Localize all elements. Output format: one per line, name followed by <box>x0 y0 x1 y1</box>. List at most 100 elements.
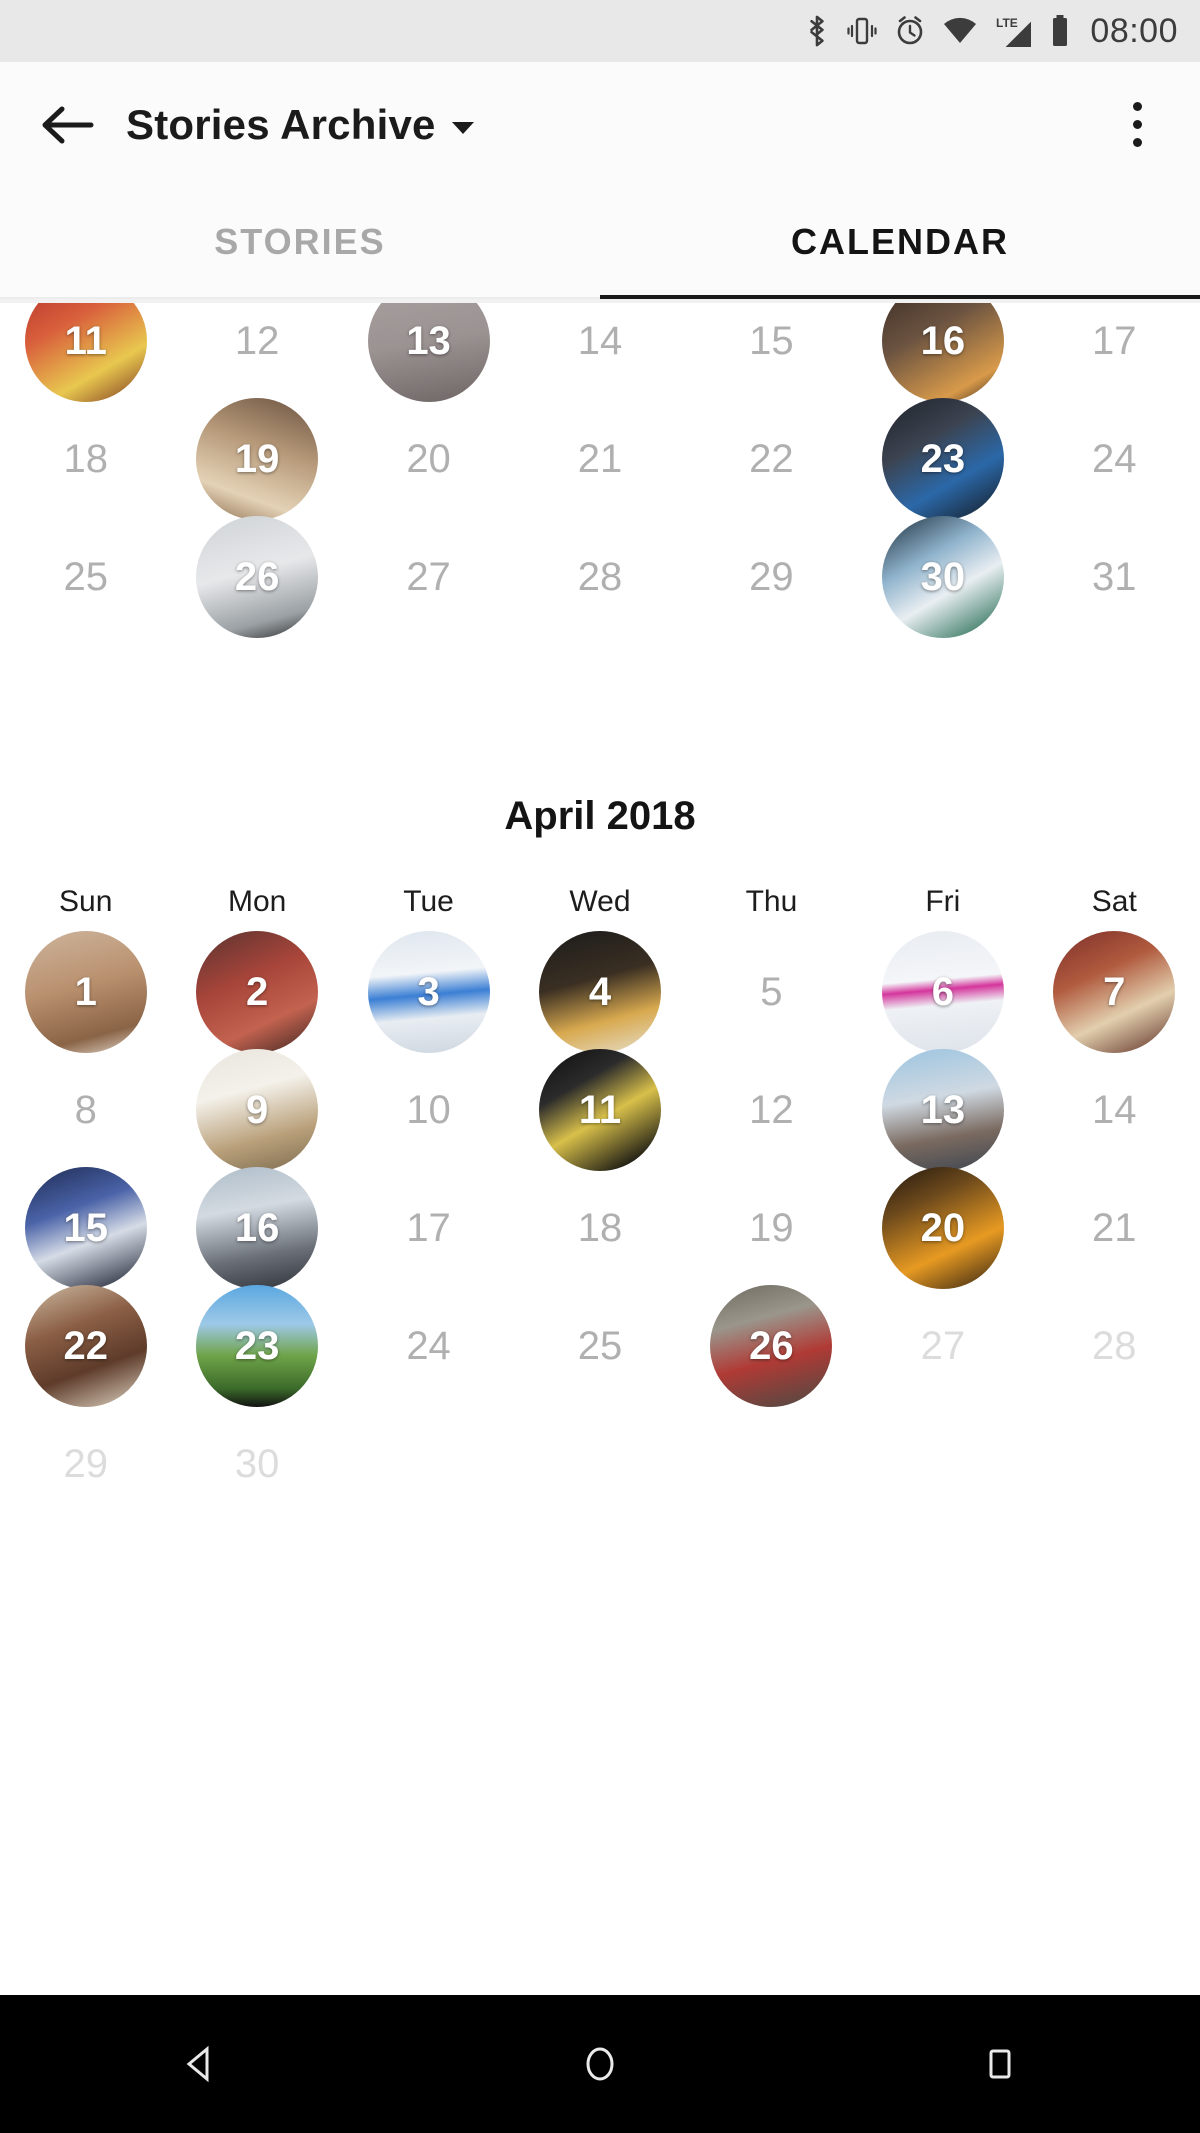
calendar-week-row: 25 26 27 28 29 30 31 <box>0 516 1200 638</box>
phone-screen: LTE 08:00 Stories Archive STORIES CALEND… <box>0 0 1200 2133</box>
calendar-day-number: 21 <box>577 437 623 481</box>
calendar-day-cell[interactable]: 12 <box>686 1051 857 1169</box>
calendar-day-cell[interactable]: 18 <box>0 400 171 518</box>
calendar-day-cell[interactable]: 6 <box>857 931 1028 1053</box>
calendar-day-cell[interactable]: 27 <box>343 518 514 636</box>
home-nav-icon[interactable] <box>540 2004 660 2124</box>
tab-stories[interactable]: STORIES <box>0 187 600 297</box>
calendar-day-number: 15 <box>749 319 794 363</box>
calendar-day-cell[interactable]: 11 <box>0 299 171 402</box>
calendar-week-row: 22 23 24 25 26 27 28 <box>0 1285 1200 1407</box>
vibrate-icon <box>846 14 878 48</box>
calendar-day-number: 19 <box>234 437 280 481</box>
calendar-day-cell[interactable]: 25 <box>514 1287 685 1405</box>
calendar-day-number: 18 <box>577 1206 623 1250</box>
calendar-day-cell[interactable]: 22 <box>0 1285 171 1407</box>
calendar-day-number: 14 <box>1092 1088 1137 1132</box>
month-block: 4567891011121314151617181920212223242526… <box>0 299 1200 654</box>
calendar-day-cell[interactable]: 11 <box>514 1049 685 1171</box>
calendar-day-cell[interactable]: 8 <box>0 1051 171 1169</box>
calendar-day-cell[interactable]: 14 <box>1029 1051 1200 1169</box>
calendar-day-cell[interactable]: 23 <box>171 1285 342 1407</box>
calendar-day-cell[interactable]: 12 <box>171 299 342 400</box>
archive-title-dropdown[interactable]: Stories Archive <box>126 101 474 149</box>
calendar-day-cell[interactable]: 18 <box>514 1169 685 1287</box>
calendar-week-row: 18 19 20 21 22 23 24 <box>0 398 1200 520</box>
calendar-day-number: 13 <box>406 319 451 363</box>
calendar-day-cell[interactable]: 13 <box>857 1049 1028 1171</box>
calendar-day-cell[interactable]: 30 <box>857 516 1028 638</box>
calendar-day-cell[interactable]: 26 <box>686 1285 857 1407</box>
status-bar-clock: 08:00 <box>1090 11 1178 50</box>
calendar-day-cell[interactable]: 28 <box>514 518 685 636</box>
calendar-day-number: 6 <box>931 970 954 1014</box>
calendar-day-number: 28 <box>1092 1324 1137 1368</box>
calendar-day-cell[interactable]: 22 <box>686 400 857 518</box>
calendar-day-cell[interactable]: 27 <box>857 1287 1028 1405</box>
calendar-day-cell[interactable]: 15 <box>0 1167 171 1289</box>
calendar-day-cell[interactable]: 9 <box>171 1049 342 1171</box>
calendar-day-cell[interactable]: 28 <box>1029 1287 1200 1405</box>
calendar-week-row: 11 12 13 14 15 16 17 <box>0 299 1200 402</box>
calendar-day-cell[interactable]: 1 <box>0 931 171 1053</box>
calendar-day-cell[interactable]: 30 <box>171 1405 342 1523</box>
calendar-day-cell[interactable]: 29 <box>0 1405 171 1523</box>
calendar-day-number: 17 <box>1092 319 1137 363</box>
lte-signal-icon: LTE <box>994 14 1034 48</box>
day-of-week-label: Sat <box>1091 885 1137 918</box>
calendar-day-cell[interactable]: 13 <box>343 299 514 402</box>
calendar-day-number: 29 <box>63 1442 108 1486</box>
calendar-day-number: 21 <box>1092 1206 1137 1250</box>
day-of-week-label: Fri <box>925 885 961 918</box>
calendar-day-cell[interactable]: 24 <box>1029 400 1200 518</box>
day-of-week-label: Sun <box>59 885 113 918</box>
calendar-day-cell[interactable]: 21 <box>1029 1169 1200 1287</box>
calendar-day-cell[interactable]: 14 <box>514 299 685 400</box>
app-bar: Stories Archive <box>0 62 1200 187</box>
calendar-empty-cell <box>343 1405 514 1523</box>
system-nav-bar <box>0 1995 1200 2133</box>
calendar-week-row: 8 9 10 11 12 13 14 <box>0 1049 1200 1171</box>
calendar-day-cell[interactable]: 19 <box>171 398 342 520</box>
calendar-day-cell[interactable]: 24 <box>343 1287 514 1405</box>
calendar-day-number: 11 <box>578 1088 622 1132</box>
calendar-day-number: 8 <box>74 1088 97 1132</box>
chevron-down-icon <box>451 121 474 134</box>
overflow-menu-icon[interactable] <box>1102 80 1172 170</box>
tab-bar: STORIES CALENDAR <box>0 187 1200 299</box>
calendar-day-cell[interactable]: 29 <box>686 518 857 636</box>
recents-nav-icon[interactable] <box>940 2004 1060 2124</box>
calendar-day-number: 26 <box>749 1324 794 1368</box>
calendar-day-cell[interactable]: 10 <box>343 1051 514 1169</box>
calendar-day-cell[interactable]: 15 <box>686 299 857 400</box>
calendar-day-number: 20 <box>406 437 451 481</box>
calendar-day-cell[interactable]: 31 <box>1029 518 1200 636</box>
calendar-day-number: 16 <box>920 319 966 363</box>
calendar-day-cell[interactable]: 4 <box>514 931 685 1053</box>
calendar-day-cell[interactable]: 16 <box>171 1167 342 1289</box>
calendar-day-cell[interactable]: 5 <box>686 933 857 1051</box>
calendar-day-cell[interactable]: 23 <box>857 398 1028 520</box>
calendar-day-cell[interactable]: 19 <box>686 1169 857 1287</box>
calendar-scroll-area[interactable]: 4567891011121314151617181920212223242526… <box>0 299 1200 1995</box>
calendar-day-cell[interactable]: 20 <box>343 400 514 518</box>
page-title: Stories Archive <box>126 100 436 148</box>
calendar-day-cell[interactable]: 25 <box>0 518 171 636</box>
tab-calendar[interactable]: CALENDAR <box>600 187 1200 299</box>
calendar-day-cell[interactable]: 7 <box>1029 931 1200 1053</box>
calendar-day-cell[interactable]: 3 <box>343 931 514 1053</box>
calendar-day-cell[interactable]: 20 <box>857 1167 1028 1289</box>
calendar-day-cell[interactable]: 16 <box>857 299 1028 402</box>
calendar-day-number: 11 <box>64 319 107 363</box>
calendar-day-cell[interactable]: 26 <box>171 516 342 638</box>
back-arrow-icon[interactable] <box>28 86 106 164</box>
calendar-day-cell[interactable]: 2 <box>171 931 342 1053</box>
back-nav-icon[interactable] <box>140 2004 260 2124</box>
calendar-day-number: 16 <box>234 1206 280 1250</box>
calendar-day-number: 27 <box>406 555 451 599</box>
calendar-day-number: 17 <box>406 1206 451 1250</box>
calendar-day-cell[interactable]: 17 <box>1029 299 1200 400</box>
calendar-content: 4567891011121314151617181920212223242526… <box>0 299 1200 1541</box>
calendar-day-cell[interactable]: 21 <box>514 400 685 518</box>
calendar-day-cell[interactable]: 17 <box>343 1169 514 1287</box>
